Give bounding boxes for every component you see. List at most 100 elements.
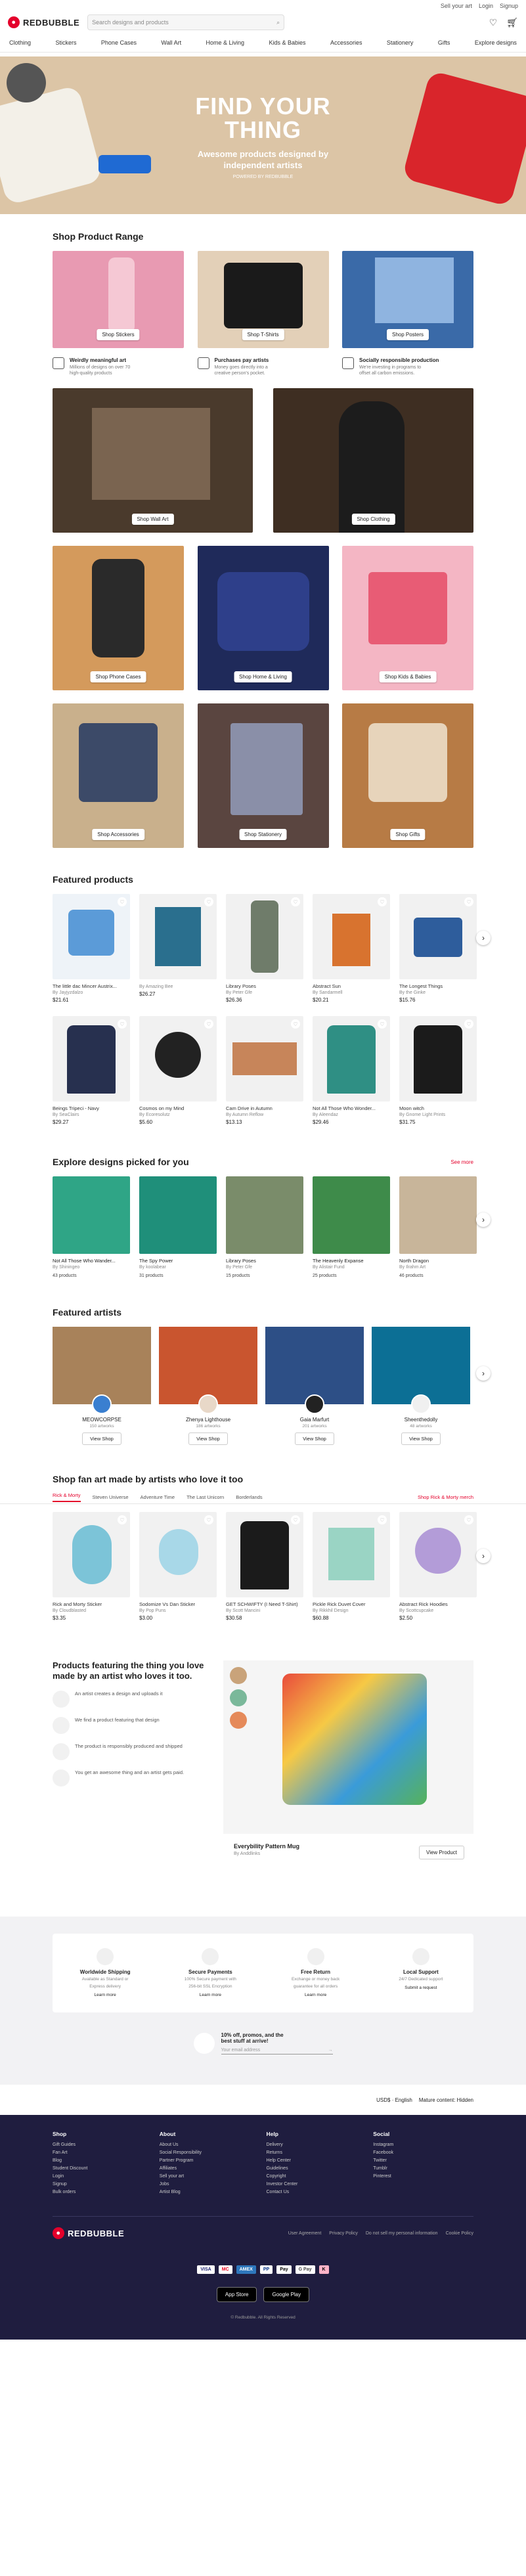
product-card[interactable]: ♡ Abstract Rick Hoodies By Scottcupcake $2.… [399, 1512, 477, 1621]
heart-icon[interactable]: ♡ [464, 1515, 473, 1524]
carousel-next-arrow[interactable]: › [476, 931, 491, 945]
nav-item[interactable]: Clothing [9, 39, 31, 46]
tumblr-link[interactable]: Tumblr [373, 2165, 473, 2173]
heart-icon[interactable]: ♡ [489, 17, 498, 28]
nav-item[interactable]: Accessories [330, 39, 362, 46]
heart-icon[interactable]: ♡ [204, 1019, 213, 1029]
product-card[interactable]: ♡ GET SCHWIFTY (I Need T-Shirt) By Scott M… [226, 1512, 303, 1621]
shop-stickers-button[interactable]: Shop Stickers [97, 329, 140, 340]
heart-icon[interactable]: ♡ [291, 897, 300, 906]
footer-link[interactable]: Help Center [267, 2157, 367, 2165]
shop-clothing-button[interactable]: Shop Clothing [351, 514, 395, 525]
heart-icon[interactable]: ♡ [378, 897, 387, 906]
footer-link[interactable]: Contact Us [267, 2188, 367, 2196]
mature-content-toggle[interactable]: Mature content: Hidden [419, 2097, 473, 2103]
heart-icon[interactable]: ♡ [464, 1019, 473, 1029]
artist-card[interactable]: Sheenthedolly 48 artworks View Shop [372, 1327, 470, 1445]
signup-link[interactable]: Signup [500, 3, 518, 9]
product-card[interactable]: ♡ The Longest Things By the Ginke $15.76 [399, 894, 477, 1003]
heart-icon[interactable]: ♡ [204, 1515, 213, 1524]
footer-link[interactable]: Partner Program [160, 2157, 260, 2165]
featured-product-panel[interactable]: Everybility Pattern Mug By Anddlinks Vie… [223, 1660, 473, 1877]
footer-link[interactable]: About Us [160, 2141, 260, 2149]
shop-tshirts-button[interactable]: Shop T-Shirts [242, 329, 284, 340]
heart-icon[interactable]: ♡ [118, 1515, 127, 1524]
facebook-link[interactable]: Facebook [373, 2149, 473, 2157]
legal-link[interactable]: User Agreement [288, 2231, 322, 2236]
legal-link[interactable]: Privacy Policy [329, 2231, 358, 2236]
footer-link[interactable]: Bulk orders [53, 2188, 153, 2196]
footer-link[interactable]: Investor Center [267, 2181, 367, 2188]
cart-icon[interactable]: 🛒︎ [506, 17, 518, 28]
shop-gifts-button[interactable]: Shop Gifts [390, 829, 426, 840]
tile-accessories[interactable]: Shop Accessories [53, 703, 184, 848]
product-card[interactable]: ♡ Not All Those Who Wonder... By Aleendaz $… [313, 1016, 390, 1125]
footer-link[interactable]: Student Discount [53, 2165, 153, 2173]
footer-link[interactable]: Sell your art [160, 2173, 260, 2181]
learn-more-link[interactable]: Learn more [158, 1992, 263, 1998]
newsletter-email-input[interactable]: Your email address → [221, 2048, 333, 2054]
tab-last-unicorn[interactable]: The Last Unicorn [186, 1494, 224, 1500]
footer-link[interactable]: Delivery [267, 2141, 367, 2149]
heart-icon[interactable]: ♡ [378, 1515, 387, 1524]
twitter-link[interactable]: Twitter [373, 2157, 473, 2165]
tile-tshirts[interactable]: Shop T-Shirts [197, 251, 329, 348]
submit-request-link[interactable]: Submit a request [368, 1985, 473, 1991]
login-link[interactable]: Login [479, 3, 493, 9]
footer-link[interactable]: Signup [53, 2181, 153, 2188]
tile-stationery[interactable]: Shop Stationery [197, 703, 329, 848]
product-card[interactable]: ♡ Pickle Rick Duvet Cover By Rikkhil Desig… [313, 1512, 390, 1621]
product-card[interactable]: ♡ Rick and Morty Sticker By Cloudblasted $3… [53, 1512, 130, 1621]
product-card[interactable]: ♡ Sodomize Vs Dan Sticker By Pop Puns $3.00 [139, 1512, 217, 1621]
tab-rick-morty[interactable]: Rick & Morty [53, 1492, 81, 1502]
tile-stickers[interactable]: Shop Stickers [53, 251, 184, 348]
shop-home-living-button[interactable]: Shop Home & Living [234, 671, 292, 682]
artist-card[interactable]: Gaia Marfurt 201 artworks View Shop [265, 1327, 364, 1445]
design-card[interactable]: The Spy Power By koolabear 31 products [139, 1176, 217, 1278]
product-card[interactable]: ♡ Moon witch By Gnome Light Prints $31.75 [399, 1016, 477, 1125]
carousel-next-arrow[interactable]: › [476, 1366, 491, 1381]
see-more-link[interactable]: See more [450, 1159, 473, 1165]
google-play-badge[interactable]: Google Play [263, 2287, 310, 2302]
carousel-next-arrow[interactable]: › [476, 1212, 491, 1227]
design-card[interactable]: The Heavenly Expanse By Alistair Fund 25 p… [313, 1176, 390, 1278]
search-icon[interactable]: ⌕ [276, 19, 280, 26]
footer-link[interactable]: Social Responsibility [160, 2149, 260, 2157]
arrow-right-icon[interactable]: → [328, 2048, 333, 2053]
design-card[interactable]: North Dragon By Ilrahm Art 46 products [399, 1176, 477, 1278]
view-shop-button[interactable]: View Shop [295, 1432, 334, 1445]
view-product-button[interactable]: View Product [419, 1846, 464, 1859]
footer-link[interactable]: Copyright [267, 2173, 367, 2181]
footer-link[interactable]: Affiliates [160, 2165, 260, 2173]
shop-kids-babies-button[interactable]: Shop Kids & Babies [379, 671, 437, 682]
thumbnail[interactable] [230, 1712, 247, 1729]
hero-banner[interactable]: FIND YOUR THING Awesome products designed… [0, 56, 526, 214]
footer-logo[interactable]: ● REDBUBBLE [53, 2227, 124, 2239]
shop-phone-cases-button[interactable]: Shop Phone Cases [90, 671, 146, 682]
footer-link[interactable]: Jobs [160, 2181, 260, 2188]
nav-item[interactable]: Kids & Babies [269, 39, 305, 46]
locale-selector[interactable]: USD$ · English [376, 2097, 412, 2103]
app-store-badge[interactable]: App Store [216, 2287, 257, 2302]
tab-adventure-time[interactable]: Adventure Time [141, 1494, 175, 1500]
tile-gifts[interactable]: Shop Gifts [342, 703, 473, 848]
view-shop-button[interactable]: View Shop [188, 1432, 228, 1445]
learn-more-link[interactable]: Learn more [263, 1992, 368, 1998]
heart-icon[interactable]: ♡ [378, 1019, 387, 1029]
instagram-link[interactable]: Instagram [373, 2141, 473, 2149]
thumbnail[interactable] [230, 1667, 247, 1684]
product-card[interactable]: ♡ By Amazing Bee $26.27 [139, 894, 217, 1003]
artist-card[interactable]: Zhenya Lighthouse 186 artworks View Shop [159, 1327, 257, 1445]
product-card[interactable]: ♡ Library Poses By Peter Gfe $26.36 [226, 894, 303, 1003]
shop-accessories-button[interactable]: Shop Accessories [92, 829, 144, 840]
artist-card[interactable]: MEOWCORPSE 150 artworks View Shop [53, 1327, 151, 1445]
nav-item[interactable]: Gifts [438, 39, 450, 46]
carousel-next-arrow[interactable]: › [476, 1549, 491, 1563]
sell-art-link[interactable]: Sell your art [441, 3, 472, 9]
tile-wall-art[interactable]: Shop Wall Art [53, 388, 253, 533]
pinterest-link[interactable]: Pinterest [373, 2173, 473, 2181]
footer-link[interactable]: Gift Guides [53, 2141, 153, 2149]
tile-clothing[interactable]: Shop Clothing [273, 388, 473, 533]
nav-item[interactable]: Stationery [387, 39, 414, 46]
footer-link[interactable]: Guidelines [267, 2165, 367, 2173]
